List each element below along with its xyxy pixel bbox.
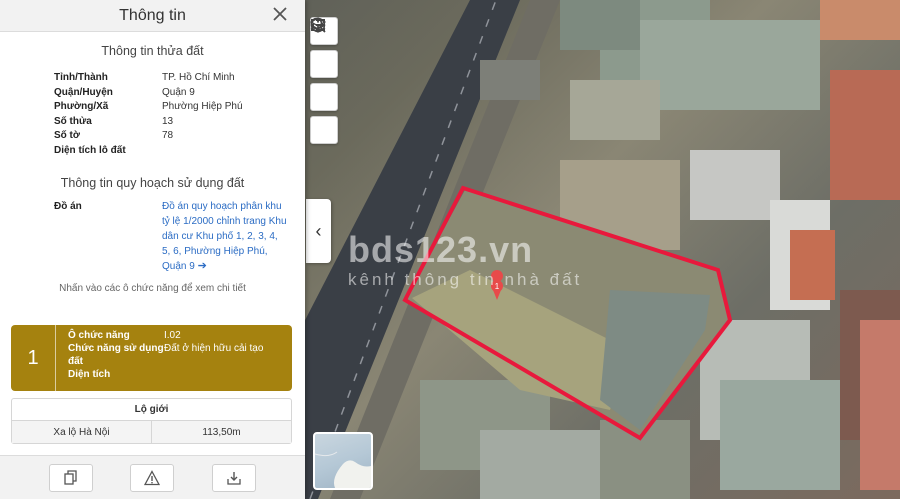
collapse-panel-button[interactable]: ‹: [306, 199, 331, 263]
road-width: 113,50m: [151, 421, 291, 443]
lot-key: Diện tích: [68, 369, 111, 380]
lot-value: I.02: [164, 330, 181, 341]
info-value: Phường Hiệp Phú: [162, 101, 243, 113]
info-key: Số thửa: [54, 115, 92, 127]
land-info-title: Thông tin thửa đất: [101, 44, 204, 58]
function-lot-card[interactable]: 1 Ô chức năng I.02 Chức năng sử dụng đất Đ…: [11, 325, 292, 391]
panel-header: Thông tin: [0, 0, 305, 32]
info-row-area: Diện tích lô đất: [54, 144, 305, 159]
info-row-district: Quận/Huyện Quận 9: [54, 86, 305, 101]
road-name: Xa lộ Hà Nội: [53, 426, 110, 438]
info-row-province: Tỉnh/Thành TP. Hồ Chí Minh: [54, 71, 305, 86]
lot-key: Chức năng sử dụng đất: [68, 343, 164, 367]
hint-text: Nhấn vào các ô chức năng để xem chi tiết: [59, 282, 246, 294]
layers-button[interactable]: [310, 17, 338, 78]
minimap-button[interactable]: [313, 432, 373, 490]
info-key: Số tờ: [54, 130, 80, 142]
info-row-sheet-number: Số tờ 78: [54, 129, 305, 144]
chevron-left-icon: ‹: [315, 220, 322, 241]
legend-button[interactable]: [310, 19, 338, 111]
lot-row: Diện tích: [68, 368, 263, 381]
lot-key: Ô chức năng: [68, 330, 130, 341]
lot-number: 1: [11, 325, 56, 391]
info-row-ward: Phường/Xã Phường Hiệp Phú: [54, 100, 305, 115]
planning-title: Thông tin quy hoạch sử dụng đất: [60, 175, 245, 190]
lot-row: Chức năng sử dụng đất Đất ở hiện hữu cải …: [68, 342, 263, 368]
info-value: TP. Hồ Chí Minh: [162, 72, 235, 83]
minimap-thumbnail: [315, 451, 371, 488]
copy-document-icon: [64, 469, 77, 485]
panel-footer: [0, 455, 305, 499]
lot-info: Ô chức năng I.02 Chức năng sử dụng đất Đất…: [56, 325, 263, 391]
road-boundary-table: Lộ giới Xa lộ Hà Nội 113,50m: [11, 398, 292, 444]
lot-row: Ô chức năng I.02: [68, 329, 263, 342]
panel-title: Thông tin: [119, 6, 186, 24]
map-toolbar: [310, 17, 338, 144]
planning-link[interactable]: Đồ án quy hoạch phân khu tỷ lệ 1/2000 ch…: [162, 199, 287, 274]
report-button[interactable]: [130, 463, 175, 492]
lot-value: Đất ở hiện hữu cải tạo: [164, 343, 264, 354]
info-value: 78: [162, 130, 174, 142]
info-button[interactable]: [310, 17, 338, 144]
info-key: Phường/Xã: [54, 101, 109, 113]
road-boundary-header: Lộ giới: [12, 399, 291, 421]
info-icon: [310, 17, 326, 33]
info-key: Tỉnh/Thành: [54, 72, 108, 83]
svg-text:1: 1: [495, 282, 500, 291]
download-button[interactable]: [212, 463, 257, 492]
download-icon: [227, 471, 241, 485]
copy-button[interactable]: [48, 463, 93, 492]
info-key: Quận/Huyện: [54, 86, 113, 98]
close-icon: [273, 7, 287, 21]
table-row: Xa lộ Hà Nội 113,50m: [12, 421, 291, 443]
info-key: Diện tích lô đất: [54, 144, 126, 156]
info-panel: Thông tin Thông tin thửa đất Tỉnh/Thành T…: [0, 0, 305, 499]
info-row-parcel-number: Số thửa 13: [54, 115, 305, 130]
planning-row: Đồ án Đồ án quy hoạch phân khu tỷ lệ 1/2…: [54, 199, 305, 274]
warning-icon: [144, 469, 161, 485]
close-button[interactable]: [273, 5, 287, 25]
planning-link-text[interactable]: Đồ án quy hoạch phân khu tỷ lệ 1/2000 ch…: [162, 201, 287, 272]
planning-key: Đồ án: [54, 200, 82, 212]
info-value: 13: [162, 115, 174, 127]
info-value: Quận 9: [162, 86, 195, 98]
land-info-table: Tỉnh/Thành TP. Hồ Chí Minh Quận/Huyện Quận…: [54, 71, 305, 159]
arrow-right-icon[interactable]: ➔: [198, 260, 207, 272]
